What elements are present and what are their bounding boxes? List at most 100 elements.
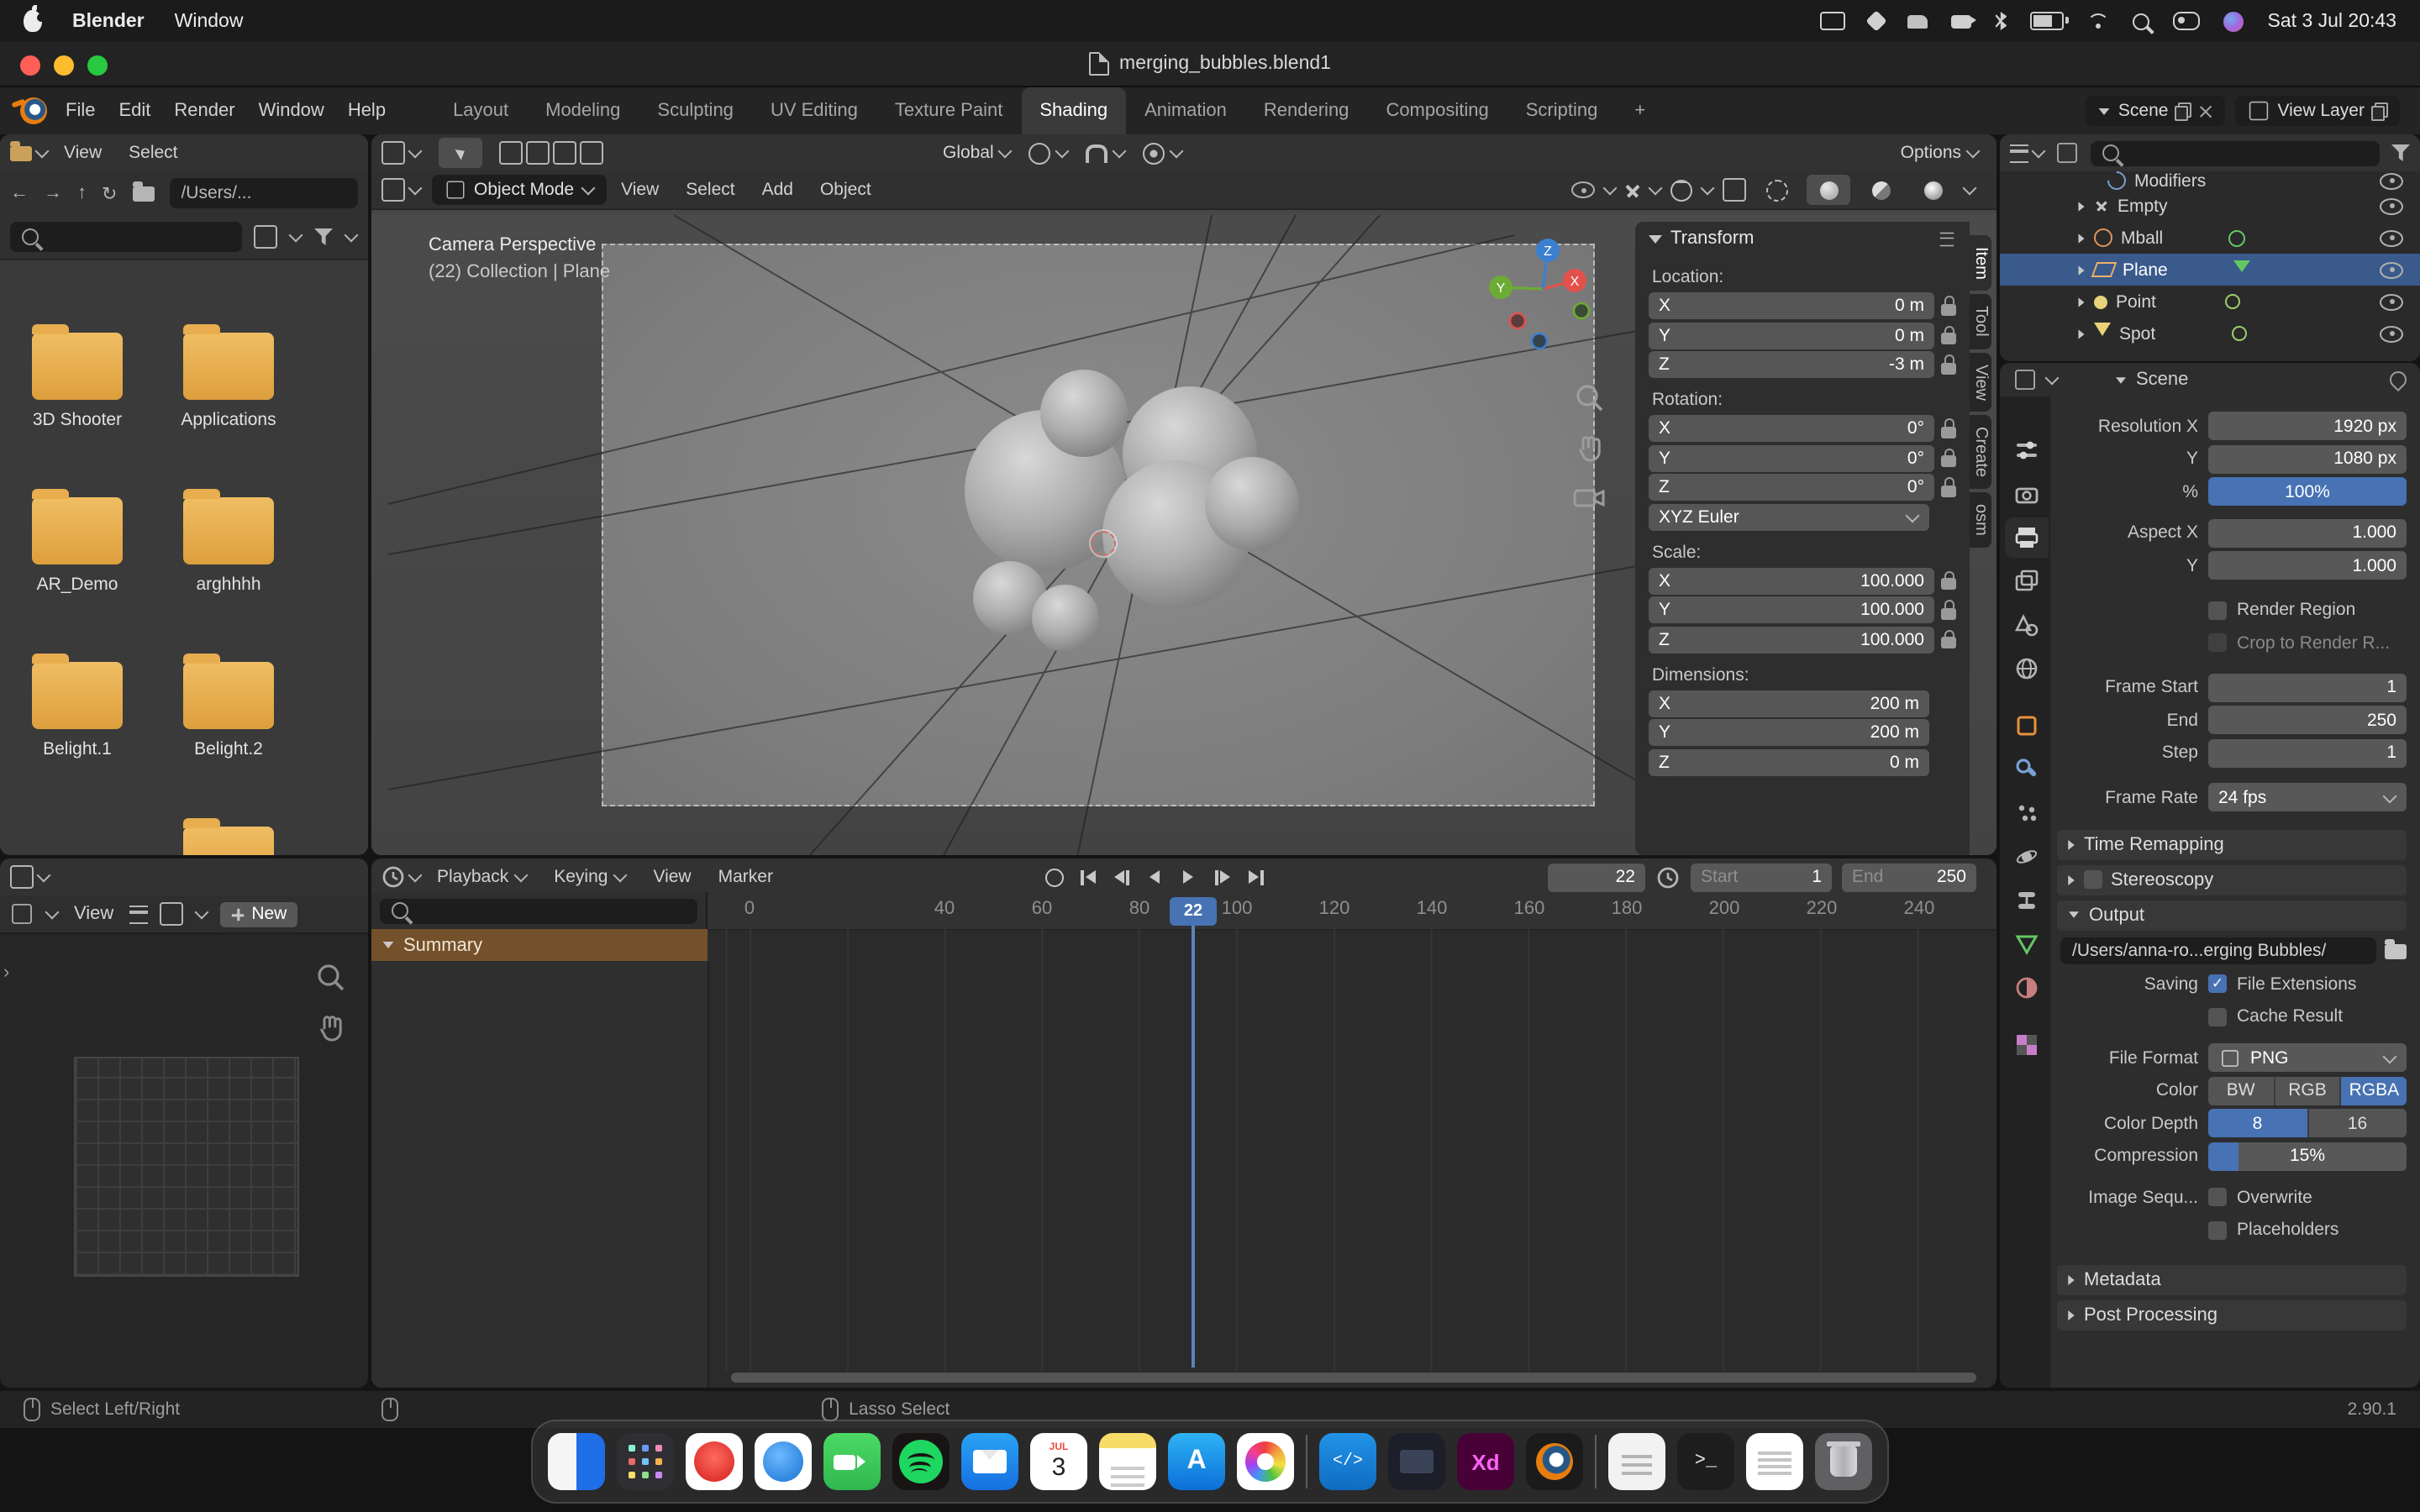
menubar-clock[interactable]: Sat 3 Jul 20:43 <box>2268 11 2396 31</box>
file-browser-editor-icon[interactable] <box>10 141 32 160</box>
color-rgba-option[interactable]: RGBA <box>2341 1076 2407 1105</box>
display-mirroring-icon[interactable] <box>1820 12 1846 30</box>
spotlight-search-icon[interactable] <box>2133 13 2150 29</box>
add-workspace-button[interactable]: + <box>1616 87 1664 134</box>
outliner-row-plane[interactable]: Plane <box>2000 254 2420 286</box>
menu-file[interactable]: File <box>54 101 107 121</box>
dock-launchpad-icon[interactable] <box>617 1433 674 1490</box>
navigation-gizmo[interactable]: X Y Z <box>1484 223 1602 354</box>
crop-checkbox[interactable] <box>2208 633 2227 653</box>
resolution-percent-slider[interactable]: 100% <box>2208 477 2407 507</box>
zoom-tool-icon[interactable] <box>1575 383 1605 413</box>
viewport-body[interactable]: Camera Perspective (22) Collection | Pla… <box>371 215 1996 855</box>
dock-facetime-icon[interactable] <box>823 1433 881 1490</box>
viewport-view-menu[interactable]: View <box>609 180 671 200</box>
sidebar-tab-item[interactable]: Item <box>1970 235 1991 291</box>
editor-type-chevron-icon[interactable] <box>37 870 50 884</box>
frame-start-field[interactable]: 1 <box>2208 673 2407 702</box>
dock-textedit-icon[interactable] <box>1746 1433 1803 1490</box>
dock-photos-icon[interactable] <box>1237 1433 1294 1490</box>
render-region-checkbox[interactable] <box>2208 601 2227 620</box>
expand-icon[interactable] <box>2078 265 2085 275</box>
shading-solid-button[interactable] <box>1807 175 1850 205</box>
lock-icon[interactable] <box>1941 570 1956 590</box>
menu-help[interactable]: Help <box>336 101 397 121</box>
tab-rendering[interactable]: Rendering <box>1245 87 1368 134</box>
eye-icon[interactable] <box>2380 229 2403 246</box>
toggle-xray-icon[interactable] <box>1723 178 1746 202</box>
tab-modeling[interactable]: Modeling <box>527 87 639 134</box>
outliner-row-mball[interactable]: Mball <box>2000 222 2420 254</box>
outliner-editor-icon[interactable] <box>2010 144 2028 162</box>
resolution-x-field[interactable]: 1920 px <box>2208 412 2407 441</box>
tab-material-properties[interactable] <box>2005 968 2049 1008</box>
dropbox-icon[interactable] <box>1865 10 1888 32</box>
jump-to-start-button[interactable] <box>1074 864 1102 890</box>
editor-type-chevron-icon[interactable] <box>408 146 422 160</box>
panel-collapse-icon[interactable] <box>1649 234 1662 243</box>
proportional-editing-toggle[interactable] <box>1143 142 1184 164</box>
browse-folder-icon[interactable] <box>2385 939 2407 959</box>
aspect-x-field[interactable]: 1.000 <box>2208 518 2407 548</box>
tab-compositing[interactable]: Compositing <box>1367 87 1507 134</box>
cache-result-checkbox[interactable] <box>2208 1007 2227 1026</box>
bluetooth-icon[interactable] <box>1995 12 2007 30</box>
filter-icon[interactable] <box>314 228 333 245</box>
timeline-marker-menu[interactable]: Marker <box>707 867 785 887</box>
chevron-down-icon[interactable] <box>1701 183 1714 197</box>
lock-icon[interactable] <box>1941 629 1956 648</box>
wifi-icon[interactable] <box>2087 13 2110 29</box>
keying-menu[interactable]: Keying <box>542 867 638 887</box>
tab-uv-editing[interactable]: UV Editing <box>752 87 876 134</box>
frame-step-field[interactable]: 1 <box>2208 738 2407 768</box>
editor-type-chevron-icon[interactable] <box>35 146 49 160</box>
file-path-field[interactable]: /Users/... <box>169 178 358 208</box>
dock-calendar-icon[interactable]: JUL 3 <box>1030 1433 1087 1490</box>
select-mode-invert-icon[interactable] <box>580 141 603 165</box>
tab-constraint-properties[interactable] <box>2005 880 2049 921</box>
dock-notes-icon[interactable] <box>1099 1433 1156 1490</box>
image-preview-grid[interactable] <box>74 1057 299 1277</box>
dock-opera-icon[interactable] <box>686 1433 743 1490</box>
depth-16-option[interactable]: 16 <box>2308 1109 2407 1138</box>
back-icon[interactable]: ← <box>10 183 29 203</box>
output-path-field[interactable]: /Users/anna-ro...erging Bubbles/ <box>2060 937 2376 965</box>
summary-channel[interactable]: Summary <box>371 929 708 961</box>
current-frame-field[interactable]: 22 <box>1548 863 1645 891</box>
dock-blender-icon[interactable] <box>1526 1433 1583 1490</box>
tab-output-properties[interactable] <box>2005 517 2049 558</box>
options-dropdown[interactable]: Options <box>1901 143 1980 163</box>
channel-search-input[interactable] <box>380 898 697 923</box>
dock-blue-app-icon[interactable] <box>755 1433 812 1490</box>
folder-item[interactable]: Belight.1 <box>3 654 151 759</box>
dock-spotify-icon[interactable] <box>892 1433 950 1490</box>
editor-type-chevron-icon[interactable] <box>2032 146 2045 160</box>
rotation-mode-dropdown[interactable]: XYZ Euler <box>1649 503 1929 530</box>
playhead-line[interactable] <box>1192 926 1195 1368</box>
scene-selector[interactable]: Scene <box>2086 96 2226 126</box>
folder-item[interactable]: AR_Demo <box>3 489 151 595</box>
menu-edit[interactable]: Edit <box>107 101 162 121</box>
browse-image-icon[interactable] <box>159 902 183 926</box>
image-editor-icon[interactable] <box>10 865 34 889</box>
tab-scene-properties[interactable] <box>2005 605 2049 645</box>
tab-texture-paint[interactable]: Texture Paint <box>876 87 1021 134</box>
metaball-blob[interactable] <box>1040 370 1128 457</box>
chevron-down-icon[interactable] <box>194 907 208 921</box>
close-window-button[interactable] <box>20 55 40 76</box>
expand-icon[interactable] <box>2078 201 2085 211</box>
chevron-down-icon[interactable] <box>45 907 59 921</box>
tab-layout[interactable]: Layout <box>434 87 527 134</box>
dock-trash-icon[interactable] <box>1815 1433 1872 1490</box>
tab-render-properties[interactable] <box>2005 474 2049 514</box>
post-processing-panel-header[interactable]: Post Processing <box>2057 1300 2407 1331</box>
folder-item-partial[interactable] <box>155 818 302 855</box>
compression-slider[interactable]: 15% <box>2208 1142 2407 1171</box>
expand-icon[interactable] <box>2078 328 2085 339</box>
timeline-view-menu[interactable]: View <box>641 867 702 887</box>
sidebar-tab-osm[interactable]: osm <box>1970 492 1991 549</box>
viewport-grid-icon[interactable] <box>381 178 405 202</box>
camera-status-icon[interactable] <box>1951 14 1977 28</box>
tab-animation[interactable]: Animation <box>1126 87 1245 134</box>
tab-texture-properties[interactable] <box>2005 1025 2049 1065</box>
